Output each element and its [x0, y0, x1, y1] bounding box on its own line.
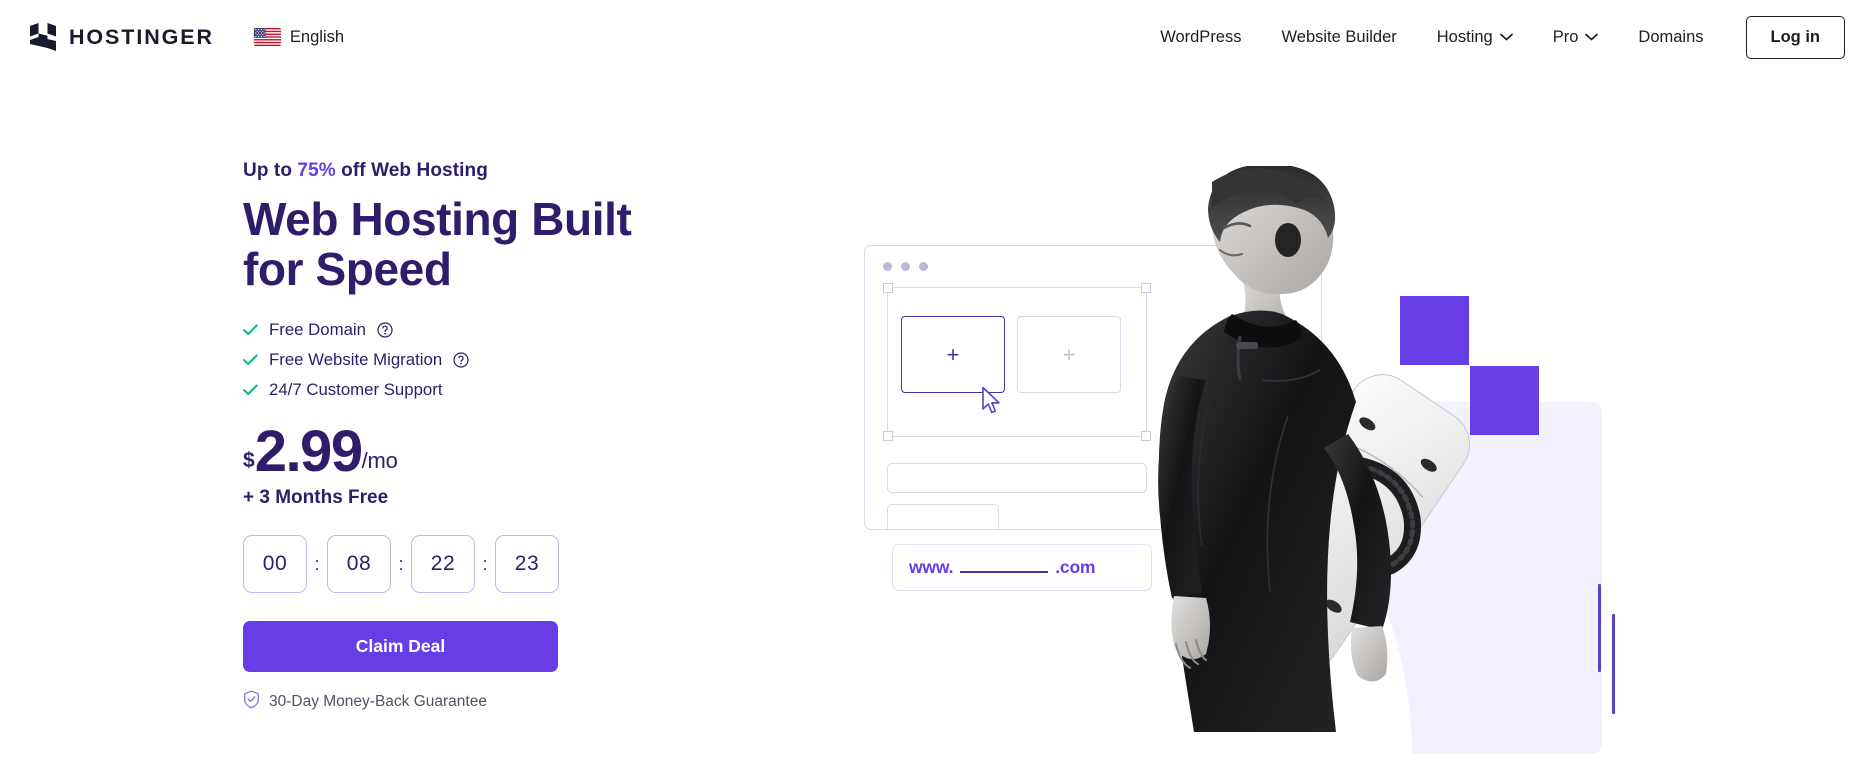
- mockup-input-wide[interactable]: [887, 463, 1147, 493]
- eyebrow-suffix: off Web Hosting: [335, 160, 488, 181]
- price-period: /mo: [361, 448, 398, 474]
- nav-label: Hosting: [1436, 27, 1493, 46]
- decor-bar: [1598, 584, 1602, 672]
- nav-item-hosting[interactable]: Hosting: [1417, 18, 1533, 57]
- nav-item-domains[interactable]: Domains: [1618, 18, 1723, 57]
- feature-item-free-domain: Free Domain: [243, 320, 763, 340]
- feature-label: Free Domain: [269, 320, 366, 340]
- claim-deal-button[interactable]: Claim Deal: [243, 621, 558, 673]
- mouse-pointer-icon: [981, 386, 1003, 420]
- hero-illustration: + + www. .com: [860, 144, 1860, 772]
- countdown-timer: 00 : 08 : 22 : 23: [243, 535, 763, 594]
- nav-item-wordpress[interactable]: WordPress: [1140, 18, 1261, 57]
- brand-name: HOSTINGER: [69, 24, 214, 49]
- domain-blank-rule: [960, 570, 1049, 573]
- site-header: HOSTINGER English WordPress Website Buil…: [0, 0, 1867, 74]
- check-icon: [243, 354, 258, 366]
- hero-section: Up to 75% off Web Hosting Web Hosting Bu…: [0, 74, 1867, 772]
- nav-label: Domains: [1638, 27, 1704, 46]
- feature-item-customer-support: 24/7 Customer Support: [243, 380, 763, 400]
- check-icon: [243, 384, 258, 396]
- placeholder-block-selected[interactable]: +: [901, 316, 1005, 393]
- hero-photo: [1158, 166, 1471, 732]
- domain-suffix: .com: [1055, 557, 1096, 577]
- countdown-separator: :: [482, 553, 488, 574]
- chevron-down-icon: [1585, 33, 1599, 41]
- countdown-separator: :: [314, 553, 320, 574]
- window-dot-icon: [919, 262, 928, 271]
- nav-item-website-builder[interactable]: Website Builder: [1262, 18, 1417, 57]
- domain-prefix: www.: [909, 557, 954, 577]
- guarantee-label: 30-Day Money-Back Guarantee: [269, 693, 487, 711]
- price-amount: 2.99: [254, 419, 363, 485]
- check-icon: [243, 324, 258, 336]
- nav-label: Pro: [1552, 27, 1579, 46]
- shield-check-icon: [243, 690, 260, 714]
- nav-item-pro[interactable]: Pro: [1533, 18, 1619, 57]
- promo-eyebrow: Up to 75% off Web Hosting: [243, 160, 763, 182]
- countdown-separator: :: [398, 553, 404, 574]
- feature-item-free-website-migration: Free Website Migration: [243, 350, 763, 370]
- nav-label: Website Builder: [1281, 27, 1397, 46]
- placeholder-block[interactable]: +: [1017, 316, 1121, 393]
- plus-icon: +: [946, 341, 960, 367]
- page-title: Web Hosting Built for Speed: [243, 193, 632, 295]
- hero-copy: Up to 75% off Web Hosting Web Hosting Bu…: [243, 160, 763, 714]
- language-label: English: [289, 27, 345, 46]
- price-currency: $: [243, 449, 255, 473]
- question-circle-icon[interactable]: [377, 322, 393, 338]
- window-dot-icon: [901, 262, 910, 271]
- mockup-input-small[interactable]: [887, 504, 999, 529]
- decor-bar: [1612, 614, 1616, 714]
- us-flag-icon: [253, 28, 281, 46]
- main-navigation: WordPress Website Builder Hosting Pro Do…: [1140, 15, 1845, 59]
- resize-handle-top-left[interactable]: [883, 283, 893, 293]
- money-back-guarantee: 30-Day Money-Back Guarantee: [243, 690, 763, 714]
- eyebrow-percent: 75%: [297, 160, 336, 181]
- countdown-days: 00: [243, 535, 307, 594]
- language-selector[interactable]: English: [253, 27, 345, 47]
- bonus-months-label: + 3 Months Free: [243, 487, 389, 509]
- chevron-down-icon: [1499, 33, 1513, 41]
- resize-handle-bottom-left[interactable]: [883, 431, 893, 441]
- login-button[interactable]: Log in: [1745, 15, 1845, 59]
- nav-label: WordPress: [1160, 27, 1242, 46]
- brand-logo[interactable]: HOSTINGER: [28, 22, 214, 52]
- price-display: $ 2.99 /mo: [243, 419, 763, 485]
- hostinger-h-logo-icon: [28, 22, 58, 52]
- eyebrow-prefix: Up to: [243, 160, 298, 181]
- window-dot-icon: [883, 262, 892, 271]
- feature-label: Free Website Migration: [269, 350, 443, 370]
- countdown-hours: 08: [327, 535, 391, 594]
- countdown-minutes: 22: [411, 535, 475, 594]
- question-circle-icon[interactable]: [453, 352, 469, 368]
- window-dots: [883, 262, 928, 271]
- countdown-seconds: 23: [495, 535, 559, 594]
- plus-icon: +: [1062, 341, 1076, 367]
- feature-label: 24/7 Customer Support: [269, 380, 443, 400]
- feature-list: Free Domain Free Website Migration 24/7 …: [243, 320, 763, 400]
